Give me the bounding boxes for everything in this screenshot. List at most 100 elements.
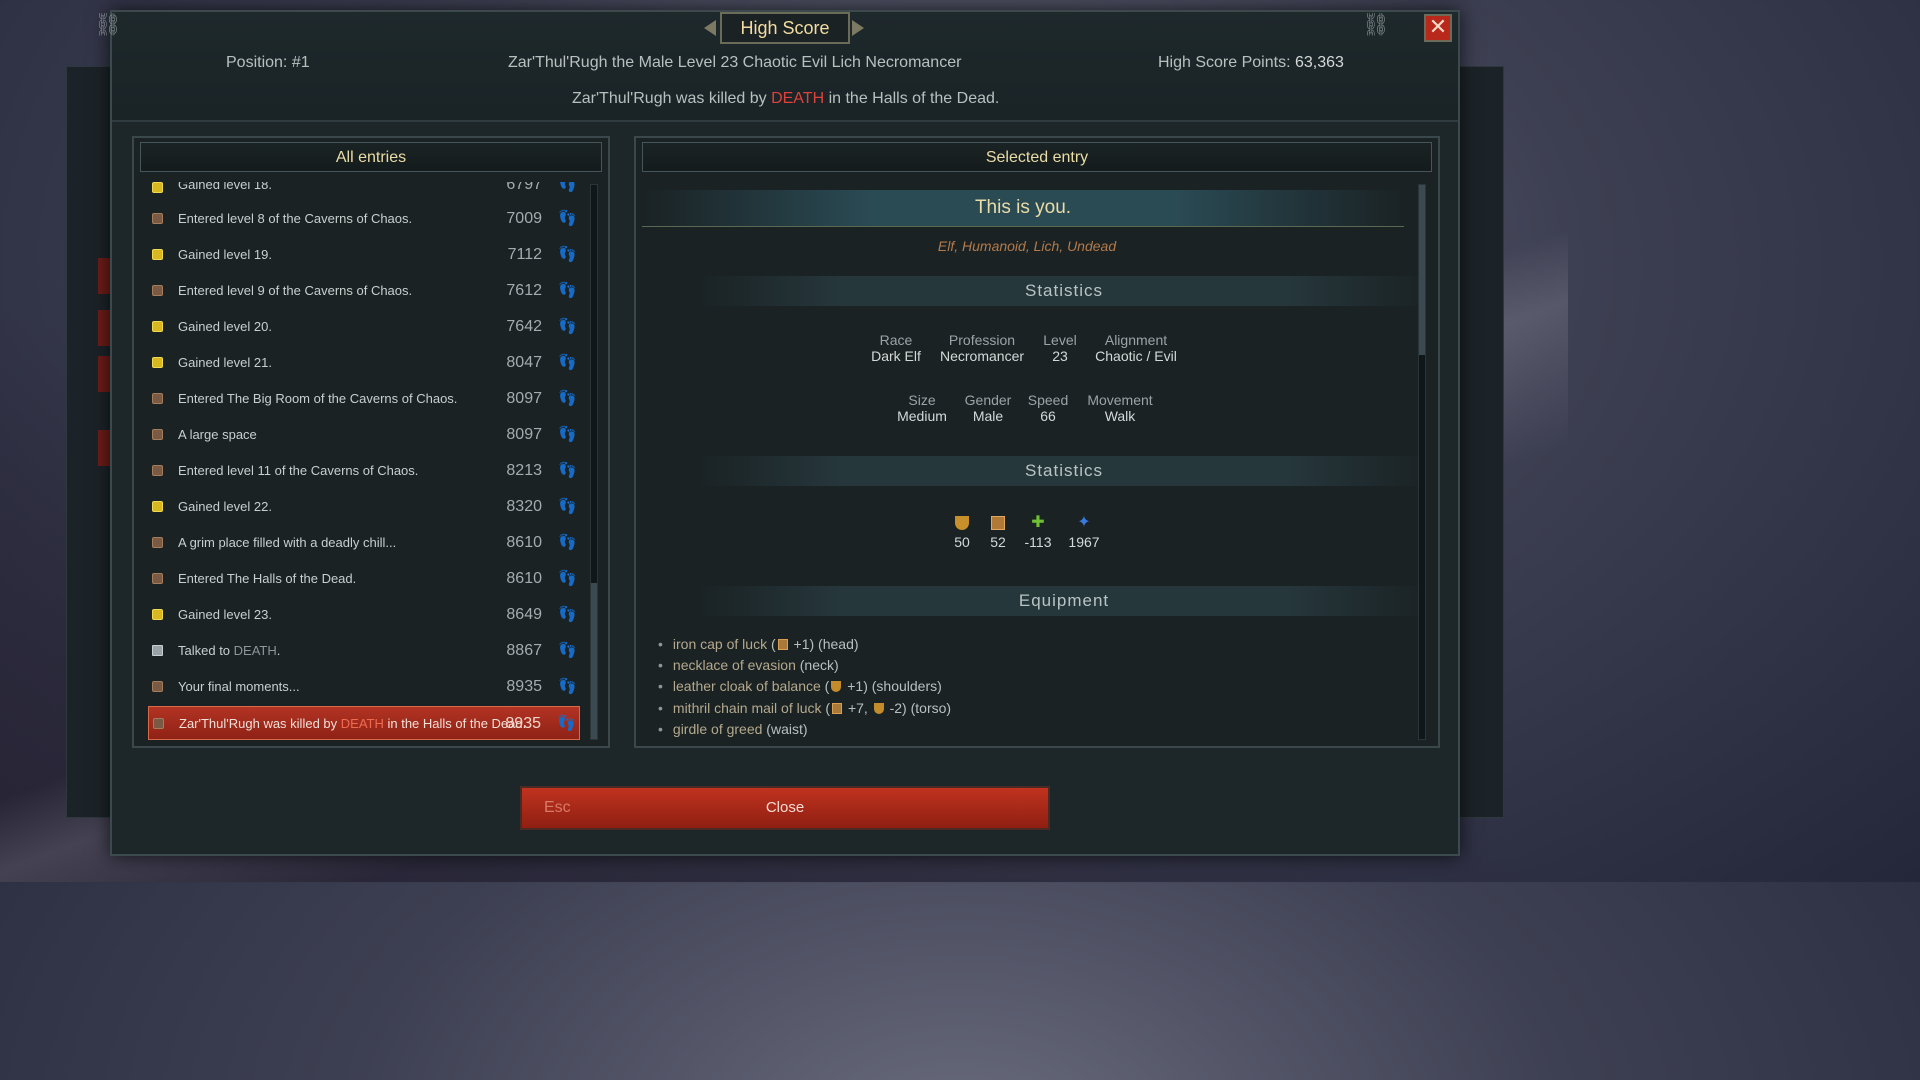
list-item[interactable]: A grim place filled with a deadly chill.… — [148, 526, 580, 560]
equipment-name[interactable]: girdle of greed — [673, 721, 763, 737]
entry-score: 8097 — [506, 426, 542, 443]
footsteps-icon: 👣 — [558, 462, 577, 479]
equipment-slot: (head) — [814, 636, 859, 652]
equipment-slot: (waist) — [762, 720, 808, 737]
equipment-heading: Equipment — [698, 586, 1430, 616]
background-red-tab — [98, 430, 110, 466]
equipment-name[interactable]: leather cloak of balance — [673, 678, 821, 694]
list-item[interactable]: Gained level 18. 6797 👣 — [148, 182, 580, 200]
list-item[interactable]: Entered level 9 of the Caverns of Chaos.… — [148, 274, 580, 308]
list-item[interactable]: Gained level 20. 7642 👣 — [148, 310, 580, 344]
title-ornament-left-icon — [704, 20, 716, 36]
stat-label: Movement — [1087, 392, 1153, 408]
equipment-item[interactable]: • iron cap of luck ( +1) (head) — [658, 636, 859, 652]
list-item[interactable]: Your final moments... 8935 👣 — [148, 670, 580, 704]
all-entries-heading: All entries — [140, 142, 602, 172]
list-item[interactable]: Entered The Big Room of the Caverns of C… — [148, 382, 580, 416]
equipment-slot: (neck) — [795, 657, 839, 674]
close-button[interactable]: Esc Close — [520, 786, 1050, 830]
stat-label: Alignment — [1104, 332, 1168, 348]
statistics-heading: Statistics — [698, 276, 1430, 306]
footsteps-icon: 👣 — [558, 642, 577, 659]
entry-score: 8097 — [506, 390, 542, 407]
stat-movement: Movement Walk — [1060, 392, 1180, 424]
equipment-item[interactable]: • leather cloak of balance ( +1) (shoulde… — [658, 678, 942, 694]
equipment-name[interactable]: necklace of evasion — [673, 657, 796, 673]
stat-value: -113 — [1024, 534, 1052, 550]
scroll-icon — [152, 465, 163, 476]
mana-star-stat: ✦ 1967 — [1064, 515, 1104, 551]
entry-text: Entered level 9 of the Caverns of Chaos. — [178, 283, 413, 298]
entry-score: 8610 — [506, 534, 542, 551]
dialog-header: ⛓ ⛓ High Score ✕ Position: #1 Zar'Thul'R… — [94, 12, 1458, 122]
title-ornament-right-icon — [852, 20, 864, 36]
race-traits: Elf, Humanoid, Lich, Undead — [937, 238, 1117, 254]
entry-score: 7009 — [506, 210, 542, 227]
list-item[interactable]: A large space 8097 👣 — [148, 418, 580, 452]
equipment-mod: +1) — [843, 678, 868, 695]
entry-score: 8935 — [505, 715, 541, 732]
list-item[interactable]: Entered level 8 of the Caverns of Chaos.… — [148, 202, 580, 236]
list-item[interactable]: Gained level 22. 8320 👣 — [148, 490, 580, 524]
footsteps-icon: 👣 — [558, 246, 577, 263]
entry-text: Your final moments... — [178, 679, 300, 694]
shield-stat: 50 — [942, 516, 982, 550]
selected-list-item[interactable]: Zar'Thul'Rugh was killed by DEATH in the… — [148, 706, 580, 740]
list-item[interactable]: Entered The Halls of the Dead. 8610 👣 — [148, 562, 580, 596]
entry-text: Entered level 8 of the Caverns of Chaos. — [178, 211, 413, 226]
paren: ( — [821, 699, 831, 716]
entry-text: Gained level 21. — [178, 355, 272, 370]
equipment-item[interactable]: • necklace of evasion (neck) — [658, 657, 839, 673]
paren: ( — [767, 636, 776, 652]
level-up-icon — [152, 501, 163, 512]
points-value: 63,363 — [1294, 54, 1344, 71]
equipment-name[interactable]: iron cap of luck — [673, 636, 767, 652]
bullet-icon: • — [658, 657, 663, 674]
list-item[interactable]: Gained level 23. 8649 👣 — [148, 598, 580, 632]
death-message: Zar'Thul'Rugh was killed by DEATH in the… — [572, 90, 999, 108]
stat-value: 50 — [954, 534, 970, 550]
bullet-icon: • — [658, 720, 663, 737]
entry-score: 8320 — [506, 498, 542, 515]
entries-scrollbar[interactable] — [590, 184, 598, 740]
footsteps-icon: 👣 — [558, 282, 577, 299]
close-icon[interactable]: ✕ — [1424, 14, 1452, 42]
scroll-icon — [152, 681, 163, 692]
list-item[interactable]: Talked to DEATH. 8867 👣 — [148, 634, 580, 668]
entry-highlight: DEATH — [340, 716, 384, 731]
selected-entry-scrollbar[interactable] — [1418, 184, 1426, 740]
entry-score: 8649 — [506, 606, 542, 623]
footsteps-icon: 👣 — [558, 354, 577, 371]
equipment-slot: (torso) — [906, 699, 952, 716]
list-item[interactable]: Entered level 11 of the Caverns of Chaos… — [148, 454, 580, 488]
equipment-name[interactable]: mithril chain mail of luck — [673, 700, 822, 716]
selected-entry-panel: Selected entry This is you. Elf, Humanoi… — [634, 136, 1440, 748]
footsteps-icon: 👣 — [558, 426, 577, 443]
scrollbar-thumb[interactable] — [591, 583, 597, 739]
scrollbar-thumb[interactable] — [1419, 185, 1425, 355]
statistics-heading-2: Statistics — [698, 456, 1430, 486]
points-label: High Score Points: — [1158, 54, 1291, 71]
equipment-item[interactable]: • girdle of greed (waist) — [658, 721, 808, 737]
list-item[interactable]: Gained level 21. 8047 👣 — [148, 346, 580, 380]
scroll-icon — [152, 213, 163, 224]
level-up-icon — [152, 249, 163, 260]
stat-value: Chaotic / Evil — [1095, 348, 1177, 364]
list-item[interactable]: Gained level 19. 7112 👣 — [148, 238, 580, 272]
entry-text: Gained level 23. — [178, 607, 272, 622]
equipment-item[interactable]: • mithril chain mail of luck ( +7, -2) (t… — [658, 700, 951, 716]
paren: ( — [820, 678, 830, 695]
footsteps-icon: 👣 — [558, 606, 577, 623]
stat-value: Walk — [1104, 408, 1136, 424]
entry-score: 8935 — [506, 678, 542, 695]
death-location: in the Halls of the Dead. — [824, 90, 1000, 107]
entry-score: 8867 — [506, 642, 542, 659]
shield-icon — [873, 702, 884, 714]
entry-text: A grim place filled with a deadly chill.… — [178, 535, 397, 550]
level-up-icon — [152, 182, 163, 193]
high-score-points: High Score Points: 63,363 — [1158, 54, 1344, 72]
background-red-tab — [98, 258, 110, 294]
banner-strip: This is you. — [642, 190, 1404, 227]
scroll-icon — [153, 718, 164, 729]
shield-icon — [955, 516, 969, 530]
